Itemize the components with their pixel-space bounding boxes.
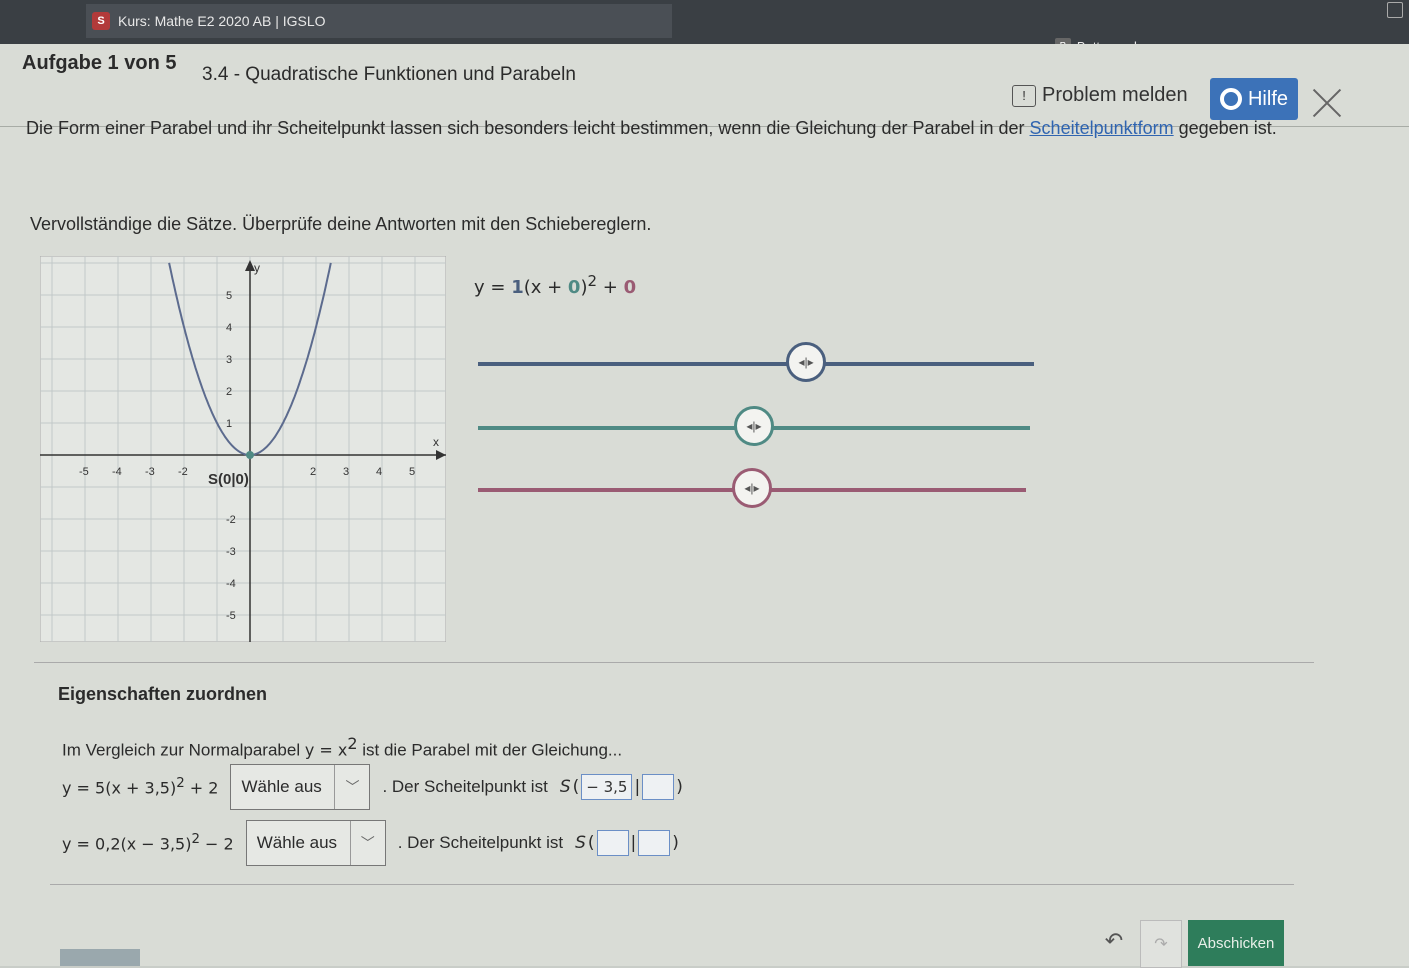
assignment-row-2: y = 0,2(x − 3,5)2 − 2 Wähle aus ﹀ . Der … <box>62 820 679 866</box>
report-problem-label: Problem melden <box>1042 84 1188 106</box>
formula-open: (x + <box>523 277 568 298</box>
x-axis-label: x <box>433 435 439 449</box>
normal-parabola-formula: y = x <box>304 740 348 760</box>
x-tick-label: 2 <box>310 466 316 478</box>
x-tick-label: 3 <box>343 466 349 478</box>
chevron-down-icon[interactable]: ﹀ <box>334 765 369 809</box>
assignment-row-1: y = 5(x + 3,5)2 + 2 Wähle aus ﹀ . Der Sc… <box>62 764 683 810</box>
scheitelpunktform-link[interactable]: Scheitelpunktform <box>1030 118 1174 138</box>
row-1-property-select[interactable]: Wähle aus ﹀ <box>230 764 371 810</box>
row-2-equation-main: y = 0,2(x − 3,5) <box>62 834 192 854</box>
slider-e[interactable]: ◂|▸ <box>478 468 1026 508</box>
row-1-vertex-s: S <box>559 777 571 797</box>
y-tick-label: 2 <box>226 386 232 398</box>
help-label: Hilfe <box>1247 87 1288 110</box>
browser-topbar: S Kurs: Mathe E2 2020 AB | IGSLO B Bette… <box>0 0 1409 54</box>
row-2-vertex-text: . Der Scheitelpunkt ist <box>397 833 564 852</box>
section-divider <box>34 662 1314 663</box>
formula-d-value: 0 <box>567 277 581 298</box>
window-icon[interactable] <box>1387 2 1403 18</box>
slider-d-handle[interactable]: ◂|▸ <box>734 406 774 446</box>
compare-text-start: Im Vergleich zur Normalparabel <box>62 740 305 760</box>
row-1-equation-exponent: 2 <box>176 776 185 792</box>
row-2-vertex-s: S <box>575 833 586 853</box>
footer-tab <box>60 949 140 966</box>
vertex-point[interactable] <box>246 451 254 459</box>
formula-prefix: y = <box>474 277 512 298</box>
x-tick-label: -3 <box>145 466 155 478</box>
flag-icon: ! <box>1012 84 1036 107</box>
vertex-form-equation: y = 1(x + 0)2 + 0 <box>474 272 636 298</box>
vertex-label: S(0|0) <box>208 471 249 488</box>
y-tick-label: 5 <box>226 290 232 302</box>
row-1-equation: y = 5(x + 3,5)2 + 2 <box>62 776 218 797</box>
row-2-equation: y = 0,2(x − 3,5)2 − 2 <box>62 832 234 853</box>
compare-text: Im Vergleich zur Normalparabel y = x2 is… <box>62 734 622 761</box>
tab-title: Kurs: Mathe E2 2020 AB | IGSLO <box>118 13 326 29</box>
y-tick-label: -2 <box>226 514 236 526</box>
x-tick-label: -4 <box>112 466 122 478</box>
row-1-equation-main: y = 5(x + 3,5) <box>62 778 177 798</box>
browser-tab[interactable]: S Kurs: Mathe E2 2020 AB | IGSLO <box>86 4 672 38</box>
slider-a[interactable]: ◂|▸ <box>478 342 1034 382</box>
site-favicon-icon: S <box>92 12 110 30</box>
formula-exponent: 2 <box>587 272 598 290</box>
section-title: Eigenschaften zuordnen <box>58 684 268 704</box>
row-2-vertex-y-input[interactable] <box>638 830 671 856</box>
row-2-equation-exponent: 2 <box>191 832 200 848</box>
formula-plus: + <box>597 277 624 298</box>
x-tick-label: -2 <box>178 466 188 478</box>
y-tick-label: 4 <box>226 322 232 334</box>
row-1-equation-tail: + 2 <box>184 778 219 798</box>
y-tick-label: -4 <box>226 578 236 590</box>
row-2-select-label: Wähle aus <box>256 833 338 852</box>
x-tick-label: -5 <box>79 466 89 478</box>
submit-button[interactable]: Abschicken <box>1188 920 1284 966</box>
exercise-header: Aufgabe 1 von 5 3.4 - Quadratische Funkt… <box>0 44 1409 127</box>
slider-a-handle[interactable]: ◂|▸ <box>786 342 827 382</box>
help-button[interactable]: Hilfe <box>1210 78 1298 120</box>
y-tick-label: 3 <box>226 354 232 366</box>
row-1-vertex-input: S(− 3,5 |) <box>560 774 683 800</box>
intro-text-start: Die Form einer Parabel und ihr Scheitelp… <box>26 118 1030 138</box>
close-icon[interactable] <box>1312 88 1342 118</box>
x-tick-label: 4 <box>376 466 382 478</box>
task-number: Aufgabe 1 von 5 <box>22 52 177 74</box>
row-2-equation-tail: − 2 <box>199 834 234 854</box>
row-1-vertex-y-input[interactable] <box>642 774 675 800</box>
compare-text-end: ist die Parabel mit der Gleichung... <box>357 740 623 760</box>
y-tick-label: -5 <box>226 610 236 622</box>
row-1-select-label: Wähle aus <box>241 777 322 796</box>
task-title: 3.4 - Quadratische Funktionen und Parabe… <box>202 64 576 85</box>
x-tick-label: 5 <box>409 466 415 478</box>
redo-icon[interactable]: ↷ <box>1140 920 1182 968</box>
row-1-vertex-text: . Der Scheitelpunkt ist <box>382 777 548 796</box>
intro-text-end: gegeben ist. <box>1173 118 1277 138</box>
formula-a-value: 1 <box>511 277 524 298</box>
y-tick-label: -3 <box>226 546 236 558</box>
footer-divider <box>50 884 1294 885</box>
intro-text: Die Form einer Parabel und ihr Scheitelp… <box>26 116 1346 140</box>
y-axis-label: y <box>254 261 260 275</box>
row-1-vertex-x-input[interactable]: − 3,5 <box>581 774 633 800</box>
undo-icon[interactable]: ↶ <box>1094 928 1134 964</box>
y-tick-label: 1 <box>226 418 232 430</box>
slider-d[interactable]: ◂|▸ <box>478 406 1030 446</box>
report-problem-button[interactable]: ! Problem melden <box>1012 84 1188 107</box>
row-2-property-select[interactable]: Wähle aus ﹀ <box>245 820 386 866</box>
instruction-text: Vervollständige die Sätze. Überprüfe dei… <box>30 214 652 234</box>
chevron-down-icon[interactable]: ﹀ <box>349 821 385 865</box>
slider-e-handle[interactable]: ◂|▸ <box>732 468 772 508</box>
row-2-vertex-input: S(|) <box>575 830 679 856</box>
parabola-graph: x y -5 -4 -3 -2 2 3 4 5 5 4 3 2 1 -2 -3 -4 -5 S(0|0) <box>40 256 446 642</box>
lifebuoy-icon <box>1219 88 1242 110</box>
row-2-vertex-x-input[interactable] <box>596 830 629 856</box>
normal-parabola-exponent: 2 <box>347 734 358 753</box>
formula-e-value: 0 <box>623 277 637 298</box>
exercise-page: Aufgabe 1 von 5 3.4 - Quadratische Funkt… <box>0 44 1409 968</box>
